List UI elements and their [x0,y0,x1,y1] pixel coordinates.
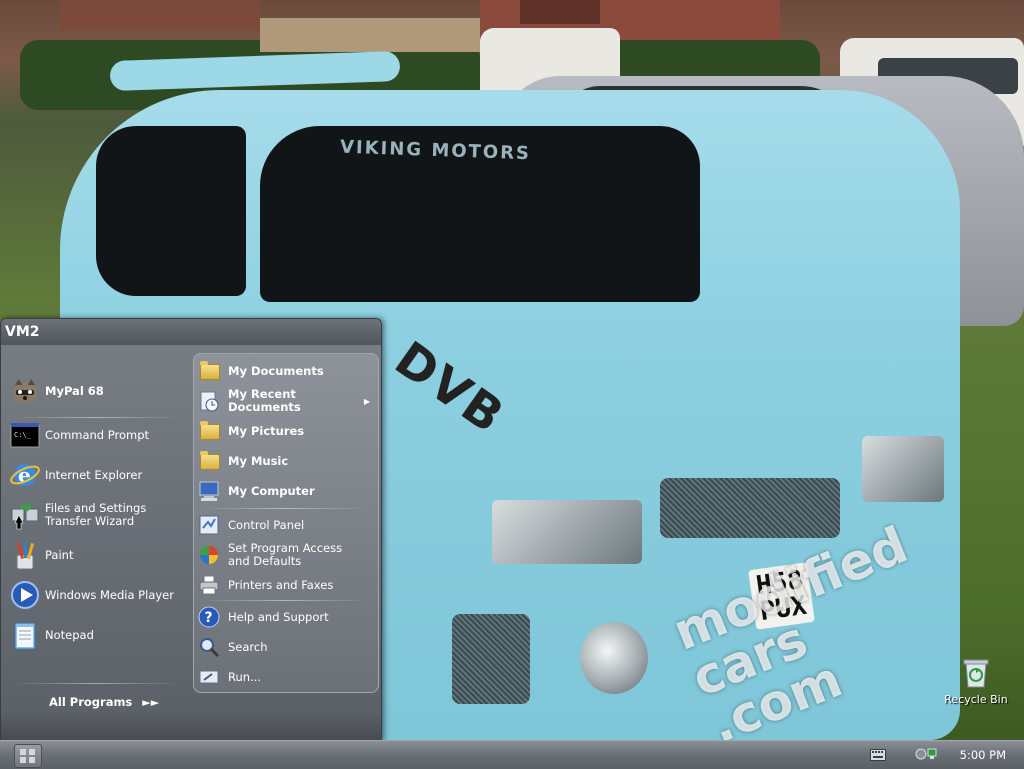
program-transfer-wizard[interactable]: Files and Settings Transfer Wizard [9,497,189,533]
place-label: Printers and Faxes [228,577,334,592]
internet-explorer-icon: e [9,459,41,491]
folder-icon [198,360,220,382]
wallpaper-fence [260,18,480,52]
help-icon: ? [198,606,220,628]
system-tray: 5:00 PM [908,741,1024,769]
start-icon [29,757,35,763]
place-label: My Recent Documents [228,387,301,414]
wallpaper-headlamp [492,500,642,564]
place-label: My Music [228,453,289,468]
program-label: Paint [45,547,74,562]
places-separator [200,508,370,509]
start-menu: VM2 MyPal 68 C:\_ Command Prompt e Inter… [0,318,382,742]
program-label: Internet Explorer [45,467,143,482]
raccoon-icon [9,375,41,407]
command-prompt-icon: C:\_ [9,419,41,451]
all-programs-label: All Programs [49,695,133,709]
all-programs-separator [11,683,181,684]
program-internet-explorer[interactable]: e Internet Explorer [9,457,189,493]
wallpaper-foglamp [580,622,648,694]
svg-text:C:\_: C:\_ [14,431,32,439]
start-icon [20,757,26,763]
clock[interactable]: 5:00 PM [960,748,1006,762]
place-control-panel[interactable]: Control Panel [198,512,376,538]
computer-icon [198,480,220,502]
recycle-bin-desktop-icon[interactable]: Recycle Bin [936,655,1016,706]
program-command-prompt[interactable]: C:\_ Command Prompt [9,417,189,453]
wallpaper-side-window [96,126,246,296]
start-icon [29,749,35,755]
place-label: Run... [228,669,262,684]
place-label: Help and Support [228,609,329,624]
place-run[interactable]: Run... [198,664,376,690]
start-menu-places-pane: My Documents My Recent Documents ▶ My Pi… [193,353,379,693]
start-icon [20,749,26,755]
recycle-bin-icon [961,655,991,689]
places-separator [200,600,370,601]
program-label: Windows Media Player [45,587,174,602]
program-label: Command Prompt [45,427,150,442]
network-icon[interactable] [914,746,940,765]
place-label: Search [228,639,268,654]
transfer-wizard-icon [9,499,41,531]
place-printers-and-faxes[interactable]: Printers and Faxes [198,572,376,598]
notepad-icon [9,619,41,651]
start-menu-user-name: VM2 [1,319,381,345]
program-paint[interactable]: Paint [9,537,189,573]
taskbar: 5:00 PM [0,740,1024,769]
folder-icon [198,420,220,442]
program-media-player[interactable]: Windows Media Player [9,577,189,613]
start-menu-footer [1,711,381,741]
printer-icon [198,574,220,596]
run-icon [198,666,220,688]
all-programs-button[interactable]: All Programs ►► [49,695,159,709]
submenu-arrow-icon: ▶ [363,396,370,406]
control-panel-icon [198,514,220,536]
place-my-music[interactable]: My Music [198,448,376,474]
paint-icon [9,539,41,571]
folder-icon [198,450,220,472]
media-player-icon [9,579,41,611]
double-arrow-right-icon: ►► [142,695,160,709]
place-my-pictures[interactable]: My Pictures [198,418,376,444]
search-icon [198,636,220,658]
place-label: My Documents [228,363,324,378]
program-access-icon [198,544,220,566]
program-mypal[interactable]: MyPal 68 [9,373,189,409]
program-notepad[interactable]: Notepad [9,617,189,653]
place-label: Control Panel [228,517,305,532]
place-label: Set Program Access and Defaults [228,541,343,568]
start-button[interactable] [14,744,42,768]
program-label: MyPal 68 [45,383,104,398]
place-set-program-access[interactable]: Set Program Access and Defaults [198,540,376,570]
wallpaper-headlamp [862,436,944,502]
wallpaper-lower-grille [452,614,530,704]
wallpaper-grille [660,478,840,538]
start-menu-programs-pane: MyPal 68 C:\_ Command Prompt e Internet … [3,349,191,709]
program-label: Notepad [45,627,94,642]
keyboard-icon[interactable] [870,749,886,764]
place-label: My Computer [228,483,315,498]
wallpaper-roof [520,0,600,24]
svg-text:?: ? [205,610,213,626]
place-search[interactable]: Search [198,634,376,660]
recent-documents-icon [198,390,220,412]
program-label: Files and Settings Transfer Wizard [45,501,147,528]
place-my-documents[interactable]: My Documents [198,358,376,384]
wallpaper-house [60,0,260,30]
place-label: My Pictures [228,423,305,438]
place-my-computer[interactable]: My Computer [198,478,376,504]
place-help-and-support[interactable]: ? Help and Support [198,604,376,630]
recycle-bin-label: Recycle Bin [944,693,1008,706]
place-my-recent-documents[interactable]: My Recent Documents ▶ [198,386,376,416]
